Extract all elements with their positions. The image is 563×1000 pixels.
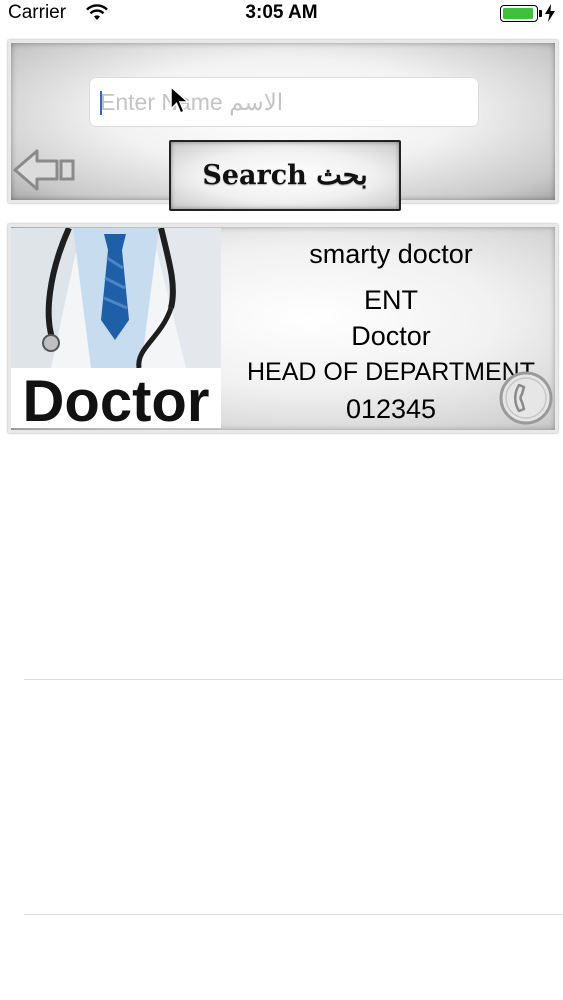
name-search-input[interactable] (89, 77, 479, 127)
status-bar: Carrier 3:05 AM (0, 0, 563, 28)
mouse-pointer-icon (170, 86, 190, 114)
doctor-card[interactable]: Doctor smarty doctor ENT Doctor HEAD OF … (8, 224, 558, 433)
photo-caption: Doctor (23, 369, 210, 428)
battery-fill (503, 8, 534, 19)
battery-icon (500, 5, 538, 22)
search-panel: Search بحث (8, 40, 558, 211)
clock: 3:05 AM (245, 2, 318, 23)
doctor-photo: Doctor (11, 228, 221, 428)
table-separator (24, 679, 563, 680)
doctor-name: smarty doctor (309, 239, 473, 269)
back-arrow-icon[interactable] (11, 143, 79, 199)
charging-bolt-icon (545, 4, 555, 22)
search-button[interactable]: Search بحث (169, 140, 401, 211)
phone-icon[interactable] (497, 369, 555, 427)
battery-tip (539, 10, 542, 17)
doctor-specialty: ENT (364, 285, 418, 315)
text-caret (100, 91, 102, 115)
table-separator (24, 914, 563, 915)
doctor-title: Doctor (351, 321, 431, 351)
